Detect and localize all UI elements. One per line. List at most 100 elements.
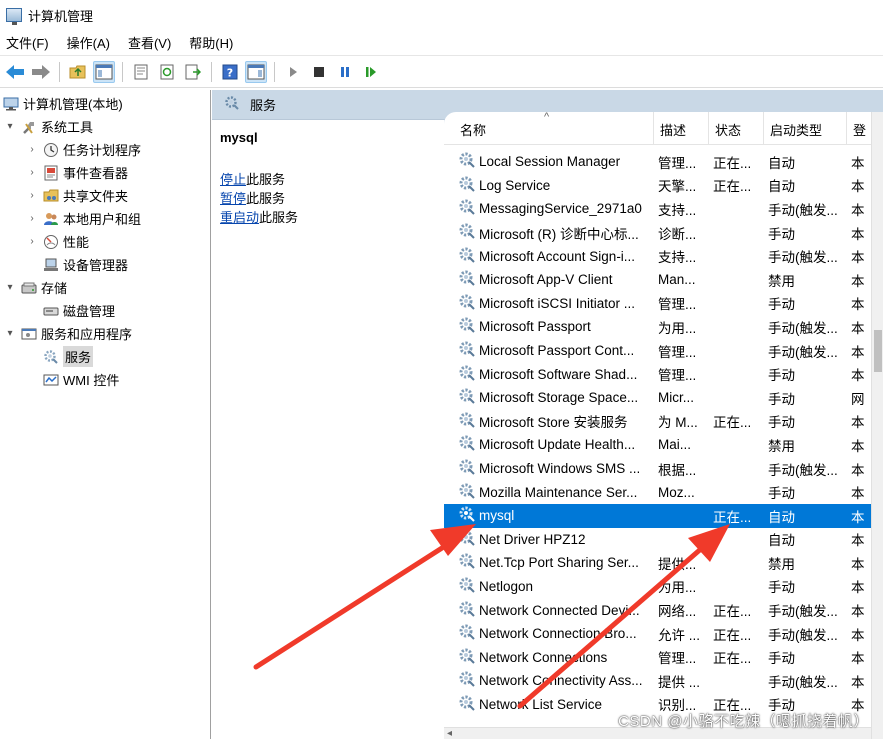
show-hide-action-pane-icon[interactable]	[245, 60, 267, 83]
service-startup-type: 手动	[768, 368, 795, 384]
service-row[interactable]: Microsoft Passport Cont... 管理... 手动(触发... 本	[444, 339, 871, 363]
tree-label: 服务和应用程序	[41, 327, 133, 342]
service-description: 管理...	[658, 155, 697, 171]
service-row[interactable]: Microsoft Windows SMS ... 根据... 手动(触发... 本	[444, 457, 871, 481]
tree-item-storage[interactable]: ▾ 存储	[4, 276, 67, 299]
restart-service-icon[interactable]	[360, 61, 382, 83]
tree-label: WMI 控件	[63, 373, 120, 388]
pause-service-icon[interactable]	[334, 61, 356, 83]
chevron-right-icon[interactable]: ›	[26, 236, 38, 248]
tree-item-shared-folders[interactable]: › 共享文件夹	[26, 184, 128, 207]
up-folder-icon[interactable]	[67, 61, 89, 83]
chevron-right-icon[interactable]: ›	[26, 144, 38, 156]
service-gear-icon	[458, 198, 479, 219]
service-gear-icon	[458, 364, 479, 385]
column-header-name[interactable]: 名称 ^	[444, 112, 654, 144]
chevron-down-icon[interactable]: ▾	[4, 282, 16, 294]
back-arrow-icon[interactable]	[4, 61, 26, 83]
service-row[interactable]: Network Connection Bro... 允许 ... 正在... 手动(触…	[444, 622, 871, 646]
column-header-description[interactable]: 描述	[654, 112, 709, 144]
chevron-right-icon[interactable]: ›	[26, 190, 38, 202]
tree-item-device-manager[interactable]: 设备管理器	[42, 253, 128, 276]
service-logon-as: 本	[851, 533, 865, 549]
service-gear-icon	[458, 529, 479, 550]
tree-item-event-viewer[interactable]: › 事件查看器	[26, 161, 128, 184]
service-row[interactable]: Microsoft Store 安装服务 为 M... 正在... 手动 本	[444, 410, 871, 434]
service-row[interactable]: Mozilla Maintenance Ser... Moz... 手动 本	[444, 480, 871, 504]
service-row[interactable]: Net Driver HPZ12 自动 本	[444, 528, 871, 552]
chevron-right-icon[interactable]: ›	[26, 213, 38, 225]
service-name-cell: Microsoft Software Shad...	[444, 364, 654, 385]
service-name-cell: Netlogon	[444, 576, 654, 597]
column-header-logon-as[interactable]: 登	[847, 112, 871, 144]
tree-item-disk-management[interactable]: 磁盘管理	[42, 299, 115, 322]
service-row[interactable]: Net.Tcp Port Sharing Ser... 提供... 禁用 本	[444, 551, 871, 575]
pause-service-link[interactable]: 暂停	[220, 191, 246, 206]
computer-management-icon	[6, 8, 22, 25]
service-row[interactable]: Microsoft Passport 为用... 手动(触发... 本	[444, 315, 871, 339]
refresh-icon[interactable]	[156, 61, 178, 83]
vertical-scrollbar[interactable]	[871, 112, 883, 739]
service-row[interactable]: Local Session Manager 管理... 正在... 自动 本	[444, 150, 871, 174]
properties-sheet-icon[interactable]	[130, 61, 152, 83]
stop-service-link[interactable]: 停止	[220, 172, 246, 187]
chevron-down-icon[interactable]: ▾	[4, 328, 16, 340]
menu-file[interactable]: 文件(F)	[6, 33, 49, 52]
window-title: 计算机管理	[28, 8, 94, 24]
chevron-right-icon[interactable]: ›	[26, 167, 38, 179]
forward-arrow-icon[interactable]	[30, 61, 52, 83]
menu-action[interactable]: 操作(A)	[67, 33, 110, 52]
service-row[interactable]: Network Connectivity Ass... 提供 ... 手动(触发..…	[444, 669, 871, 693]
menu-help[interactable]: 帮助(H)	[189, 33, 233, 52]
menu-view[interactable]: 查看(V)	[128, 33, 171, 52]
service-row[interactable]: Microsoft Account Sign-i... 支持... 手动(触发...…	[444, 244, 871, 268]
chevron-down-icon[interactable]: ▾	[4, 121, 16, 133]
service-row[interactable]: Log Service 天擎... 正在... 自动 本	[444, 174, 871, 198]
help-icon[interactable]: ?	[219, 61, 241, 83]
column-header-startup-type[interactable]: 启动类型	[764, 112, 847, 144]
tree-item-services-and-applications[interactable]: ▾ 服务和应用程序	[4, 322, 132, 345]
service-gear-icon	[458, 600, 479, 621]
action-suffix: 此服务	[246, 172, 286, 187]
start-service-icon[interactable]	[282, 61, 304, 83]
service-logon-as: 网	[851, 391, 865, 407]
service-row[interactable]: Microsoft iSCSI Initiator ... 管理... 手动 本	[444, 292, 871, 316]
tree-item-system-tools[interactable]: ▾ 系统工具	[4, 115, 93, 138]
tree-item-wmi-control[interactable]: WMI 控件	[42, 368, 119, 391]
restart-service-link[interactable]: 重启动	[220, 210, 259, 225]
service-row[interactable]: Microsoft (R) 诊断中心标... 诊断... 手动 本	[444, 221, 871, 245]
service-row[interactable]: Microsoft Update Health... Mai... 禁用 本	[444, 433, 871, 457]
services-header-title: 服务	[250, 98, 277, 113]
column-header-status[interactable]: 状态	[709, 112, 764, 144]
service-gear-icon	[458, 151, 479, 172]
service-logon-as: 本	[851, 297, 865, 313]
service-row[interactable]: Microsoft Software Shad... 管理... 手动 本	[444, 362, 871, 386]
service-logon-as: 本	[851, 509, 865, 525]
service-row[interactable]: Microsoft Storage Space... Micr... 手动 网	[444, 386, 871, 410]
stop-service-icon[interactable]	[308, 61, 330, 83]
service-startup-type: 手动	[768, 226, 795, 242]
scroll-left-arrow-icon[interactable]: ◂	[447, 728, 452, 739]
scrollbar-thumb[interactable]	[874, 330, 882, 372]
service-row[interactable]: MessagingService_2971a0 支持... 手动(触发... 本	[444, 197, 871, 221]
column-header-label: 描述	[660, 123, 687, 138]
tree-item-local-users-groups[interactable]: › 本地用户和组	[26, 207, 141, 230]
service-description: 提供...	[658, 556, 697, 572]
tree-item-services[interactable]: 服务	[42, 345, 94, 368]
tree-item-task-scheduler[interactable]: › 任务计划程序	[26, 138, 141, 161]
service-status: 正在...	[713, 155, 752, 171]
tree-item-root[interactable]: 计算机管理(本地)	[2, 92, 123, 115]
service-row[interactable]: Microsoft App-V Client Man... 禁用 本	[444, 268, 871, 292]
service-gear-icon	[458, 482, 479, 503]
service-row[interactable]: Network Connected Devi... 网络... 正在... 手动(触发…	[444, 598, 871, 622]
service-row[interactable]: mysql 正在... 自动 本	[444, 503, 871, 528]
export-list-icon[interactable]	[182, 61, 204, 83]
show-hide-console-tree-icon[interactable]	[93, 60, 115, 83]
service-row[interactable]: Network Connections 管理... 正在... 手动 本	[444, 645, 871, 669]
service-row[interactable]: Netlogon 为用... 手动 本	[444, 575, 871, 599]
service-name: Microsoft App-V Client	[479, 272, 613, 288]
service-gear-icon	[458, 316, 479, 337]
service-startup-type: 手动(触发...	[768, 604, 838, 620]
service-name: Network Connections	[479, 649, 608, 665]
tree-item-performance[interactable]: › 性能	[26, 230, 89, 253]
